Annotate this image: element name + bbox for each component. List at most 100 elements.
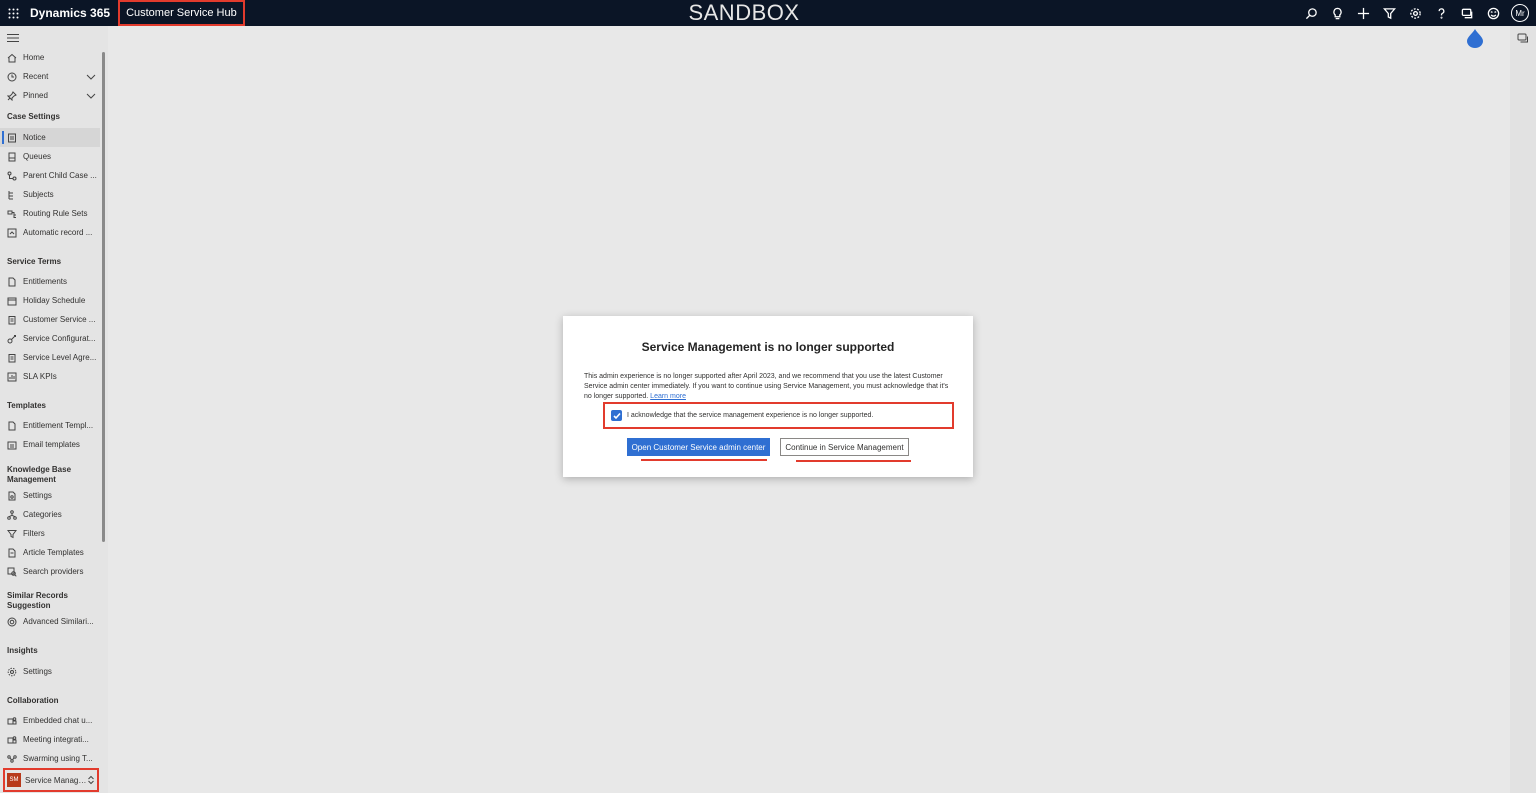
sidebar-item-label: Home (23, 53, 45, 62)
group-header-knowledge-base: Knowledge Base Management (7, 465, 72, 484)
app-name[interactable]: Customer Service Hub (118, 0, 245, 26)
sidebar-item-kb-settings[interactable]: Settings (0, 486, 100, 505)
group-header-similar-records: Similar Records Suggestion (7, 591, 68, 610)
sidebar-item-sla-kpis[interactable]: SLA KPIs (0, 367, 100, 386)
group-header-insights: Insights (7, 646, 38, 655)
subjects-icon (7, 190, 17, 200)
sidebar-item-entitlements[interactable]: Entitlements (0, 272, 100, 291)
group-header-service-terms: Service Terms (7, 257, 62, 266)
open-admin-center-button[interactable]: Open Customer Service admin center (627, 438, 770, 456)
sidebar-item-swarming[interactable]: Swarming using T... (0, 749, 100, 768)
pin-icon (6, 90, 17, 101)
hamburger-menu-icon[interactable] (7, 32, 19, 42)
checkmark-icon (612, 412, 621, 419)
sidebar-item-search-providers[interactable]: Search providers (0, 562, 100, 581)
area-badge: SM (7, 773, 21, 787)
sidebar-item-home[interactable]: Home (0, 48, 100, 67)
plus-icon[interactable] (1350, 0, 1376, 26)
sidebar-item-queues[interactable]: Queues (0, 147, 100, 166)
sidebar-item-label: Entitlements (23, 277, 68, 286)
app-launcher-icon[interactable] (0, 0, 26, 26)
sidebar-item-label: Settings (23, 667, 52, 676)
sidebar-item-subjects[interactable]: Subjects (0, 185, 100, 204)
sidebar-item-meeting-integration[interactable]: Meeting integrati... (0, 730, 100, 749)
sidebar-item-label: Automatic record ... (23, 228, 93, 237)
chat-icon[interactable] (1517, 32, 1529, 44)
group-header-templates: Templates (7, 401, 46, 410)
sidebar-item-label: Article Templates (23, 548, 84, 557)
sidebar-item-automatic-record[interactable]: Automatic record ... (0, 223, 100, 242)
dialog-title: Service Management is no longer supporte… (641, 340, 895, 354)
sidebar-item-routing-rule-sets[interactable]: Routing Rule Sets (0, 204, 100, 223)
sidebar-item-label: Swarming using T... (23, 754, 93, 763)
sidebar-item-service-level-agreements[interactable]: Service Level Agre... (0, 348, 100, 367)
sidebar-item-label: Parent Child Case ... (23, 171, 97, 180)
continue-service-management-button[interactable]: Continue in Service Management (780, 438, 909, 456)
clock-icon (7, 72, 17, 82)
sidebar-item-label: Queues (23, 152, 52, 161)
sidebar-item-customer-service[interactable]: Customer Service ... (0, 310, 100, 329)
kpi-icon (7, 372, 17, 382)
right-side-pane (1510, 26, 1536, 793)
lightbulb-icon[interactable] (1324, 0, 1350, 26)
sidebar-item-advanced-similarity[interactable]: Advanced Similari... (0, 612, 100, 631)
sidebar-item-recent[interactable]: Recent (0, 67, 100, 86)
swarm-icon (7, 754, 17, 764)
brand-title[interactable]: Dynamics 365 (30, 6, 110, 20)
sidebar-item-holiday-schedule[interactable]: Holiday Schedule (0, 291, 100, 310)
sidebar-item-pinned[interactable]: Pinned (0, 86, 100, 105)
auto-record-icon (7, 228, 17, 238)
filter-icon[interactable] (1376, 0, 1402, 26)
chevron-up-down-icon (87, 775, 95, 785)
sidebar-item-article-templates[interactable]: Article Templates (0, 543, 100, 562)
sidebar-item-label: Categories (23, 510, 62, 519)
sidebar-item-parent-child-case[interactable]: Parent Child Case ... (0, 166, 100, 185)
sidebar-item-label: Advanced Similari... (23, 617, 94, 626)
sidebar-item-categories[interactable]: Categories (0, 505, 100, 524)
document-icon (7, 277, 17, 287)
drop-icon (1466, 28, 1484, 48)
sidebar-item-label: Filters (23, 529, 45, 538)
chevron-down-icon[interactable] (86, 91, 96, 101)
annotation-underline (796, 460, 911, 462)
document-icon (7, 421, 17, 431)
acknowledge-checkbox[interactable] (611, 410, 622, 421)
sidebar-item-filters[interactable]: Filters (0, 524, 100, 543)
user-avatar[interactable]: Mr (1506, 0, 1532, 26)
acknowledge-label: I acknowledge that the service managemen… (627, 412, 874, 419)
acknowledge-checkbox-row[interactable]: I acknowledge that the service managemen… (603, 402, 954, 429)
top-actions: Mr (1298, 0, 1532, 26)
sidebar-item-label: Holiday Schedule (23, 296, 86, 305)
similarity-icon (7, 617, 17, 627)
sidebar-item-entitlement-templates[interactable]: Entitlement Templ... (0, 416, 100, 435)
gear-icon[interactable] (1402, 0, 1428, 26)
sidebar-item-label: Service Configurat... (23, 334, 96, 343)
top-navigation-bar: Dynamics 365 Customer Service Hub SANDBO… (0, 0, 1536, 26)
sidebar-item-label: Service Level Agre... (23, 353, 97, 362)
clipboard-icon (7, 315, 17, 325)
group-header-collaboration: Collaboration (7, 696, 59, 705)
sidebar-item-notice[interactable]: Notice (0, 128, 100, 147)
home-icon (7, 53, 17, 63)
help-icon[interactable] (1428, 0, 1454, 26)
notice-icon (7, 133, 17, 143)
sidebar-item-embedded-chat[interactable]: Embedded chat u... (0, 711, 100, 730)
filter-icon (7, 529, 17, 539)
categories-icon (7, 509, 17, 520)
sidebar-item-label: Email templates (23, 440, 80, 449)
learn-more-link[interactable]: Learn more (650, 393, 686, 400)
sidebar-item-insights-settings[interactable]: Settings (0, 662, 100, 681)
sidebar-item-email-templates[interactable]: Email templates (0, 435, 100, 454)
calendar-icon (7, 296, 17, 306)
config-icon (7, 334, 17, 344)
smiley-icon[interactable] (1480, 0, 1506, 26)
sidebar-item-service-configuration[interactable]: Service Configurat... (0, 329, 100, 348)
sidebar-item-label: Entitlement Templ... (23, 421, 94, 430)
search-provider-icon (7, 567, 17, 577)
search-icon[interactable] (1298, 0, 1324, 26)
chevron-down-icon[interactable] (86, 72, 96, 82)
queue-icon (7, 152, 17, 162)
sidebar-scrollbar[interactable] (102, 52, 105, 542)
area-switcher[interactable]: SM Service Managem... (3, 768, 99, 792)
chat-icon[interactable] (1454, 0, 1480, 26)
